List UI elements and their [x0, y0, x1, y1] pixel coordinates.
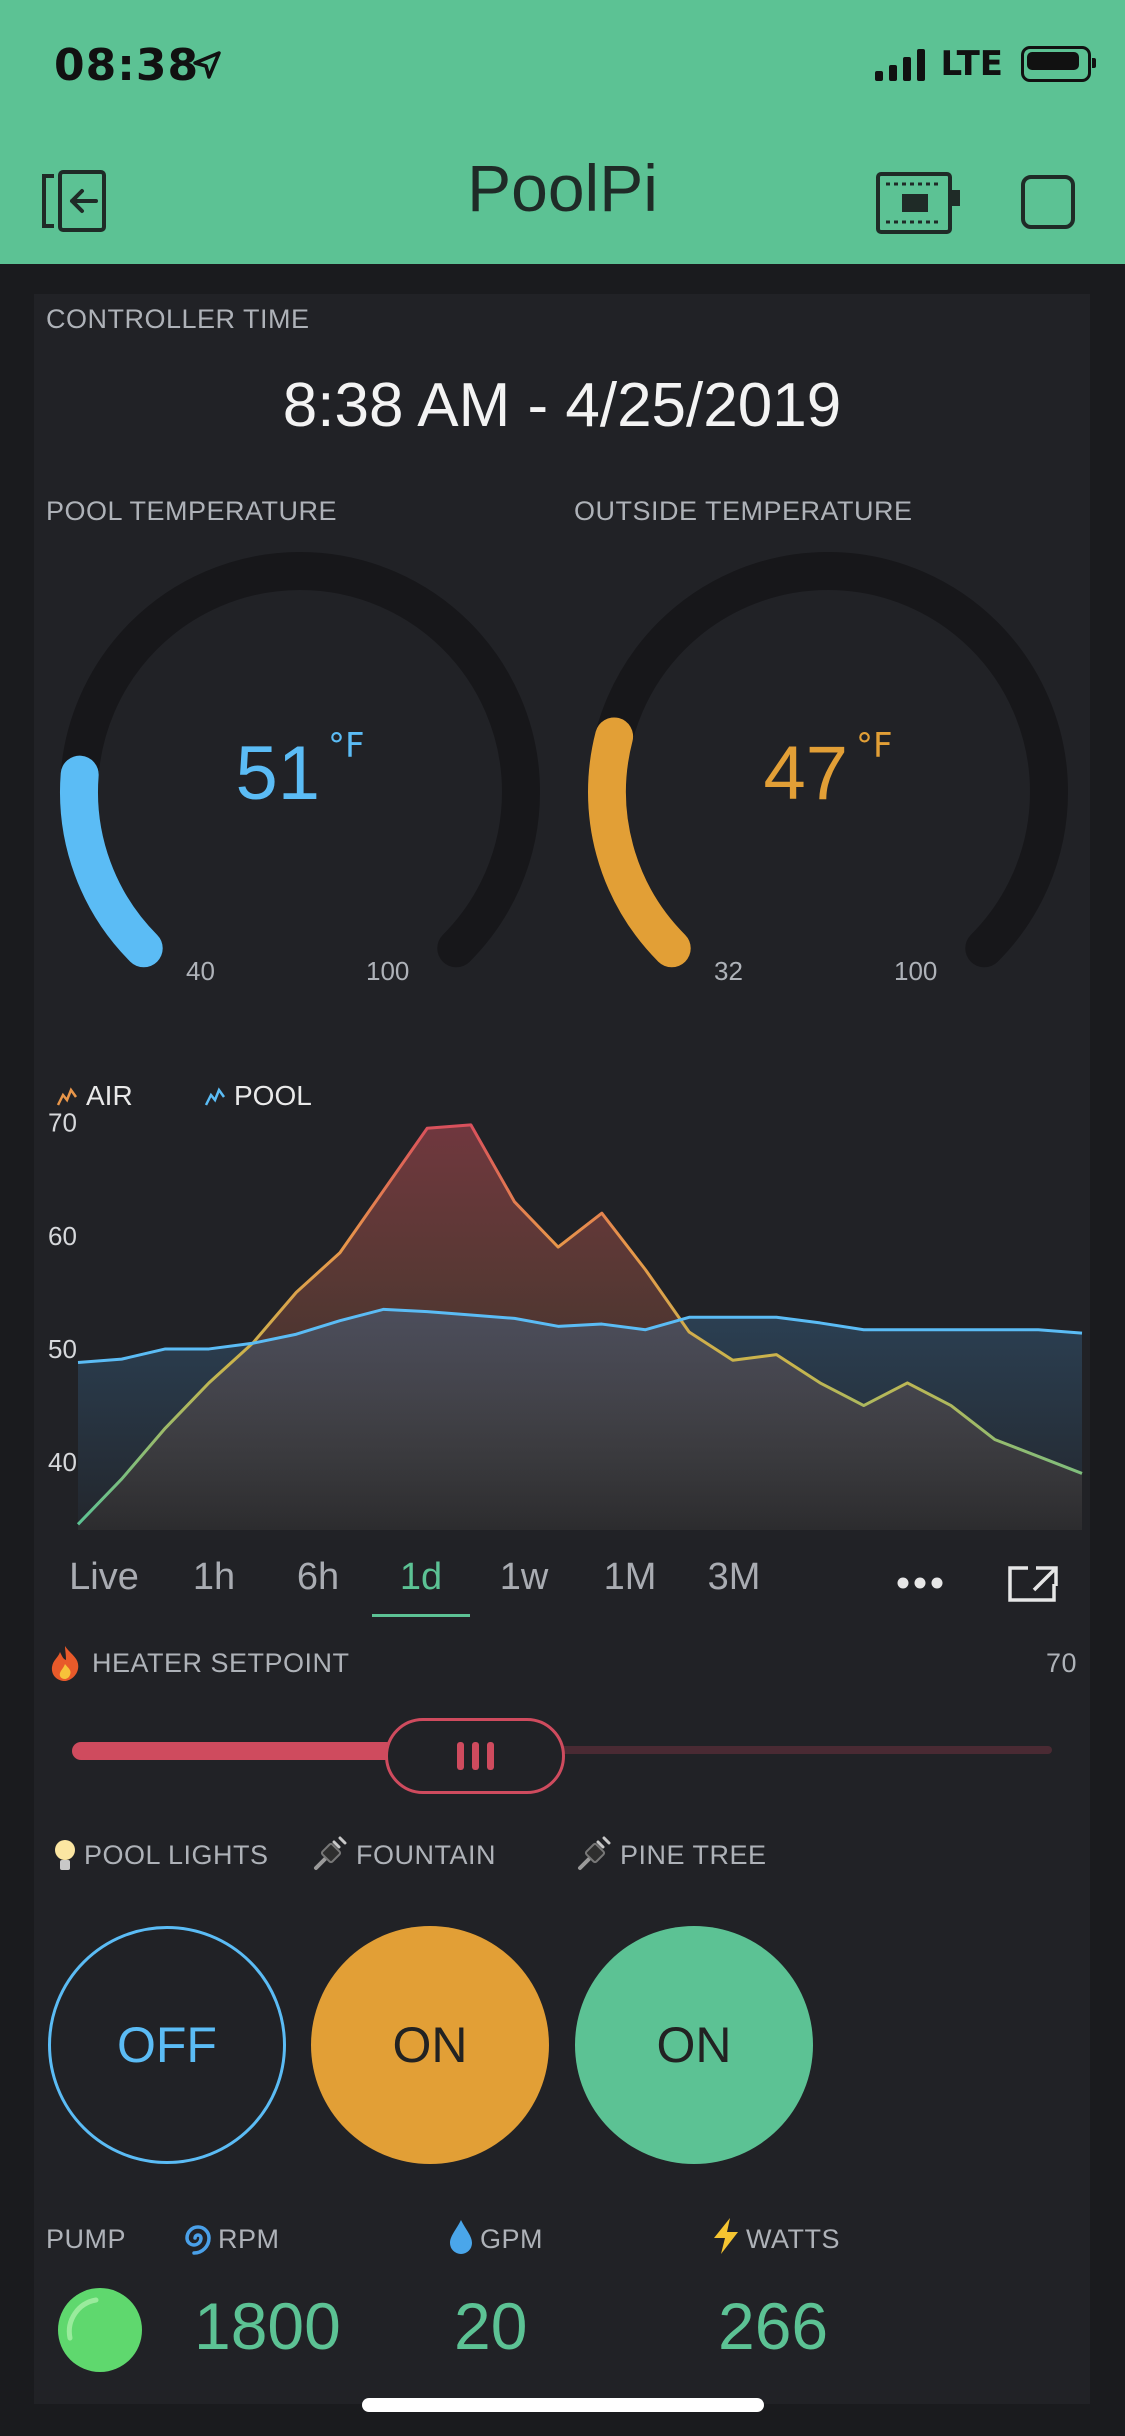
series-area-pool: [78, 1309, 1082, 1530]
pool-temp-label: POOL TEMPERATURE: [46, 496, 338, 526]
pool-gauge-min: 40: [186, 956, 215, 986]
fountain-button[interactable]: ON: [311, 1926, 549, 2164]
range-tab-3m[interactable]: 3M: [682, 1556, 786, 1599]
watts-value: 266: [718, 2289, 829, 2363]
lightbulb-icon: [55, 1840, 75, 1870]
temperature-history-chart[interactable]: 70 60 50 40: [0, 1100, 1125, 1560]
plug-icon: [578, 1836, 611, 1870]
range-tab-6h[interactable]: 6h: [266, 1556, 370, 1599]
range-tab-1d[interactable]: 1d: [372, 1556, 470, 1617]
grip-icon: [456, 1742, 464, 1770]
range-tab-1m[interactable]: 1M: [578, 1556, 682, 1599]
pool-temp-value: 51: [235, 731, 320, 816]
range-tab-1h[interactable]: 1h: [162, 1556, 266, 1599]
status-time: 08:38: [54, 40, 200, 91]
heater-setpoint-label: HEATER SETPOINT: [92, 1648, 350, 1678]
pump-status-led: [58, 2288, 142, 2372]
rpm-value: 1800: [194, 2289, 341, 2363]
time-range-tabs: Live 1h 6h 1d 1w 1M 3M: [54, 1556, 786, 1617]
heater-setpoint-value: 70: [1045, 1648, 1077, 1678]
outside-temp-label: OUTSIDE TEMPERATURE: [574, 496, 913, 526]
location-arrow-icon: [193, 51, 221, 79]
network-type: LTE: [940, 44, 1003, 84]
plug-icon: [314, 1836, 347, 1870]
watts-label: WATTS: [746, 2224, 840, 2254]
signal-icon: [874, 47, 925, 81]
y-tick-60: 60: [48, 1221, 77, 1251]
lightning-icon: [714, 2218, 738, 2254]
more-icon[interactable]: [896, 1576, 944, 1590]
controller-time-label: CONTROLLER TIME: [46, 304, 310, 334]
fountain-label: FOUNTAIN: [356, 1840, 496, 1870]
y-tick-40: 40: [48, 1447, 77, 1477]
controller-time-value: 8:38 AM - 4/25/2019: [282, 371, 842, 440]
home-indicator[interactable]: [362, 2398, 764, 2412]
y-tick-50: 50: [48, 1334, 77, 1364]
outside-gauge-max: 100: [894, 956, 938, 986]
outside-temp-unit: °F: [855, 726, 893, 766]
range-tab-1w[interactable]: 1w: [470, 1556, 578, 1599]
heater-slider-fill: [72, 1742, 396, 1760]
grip-icon: [471, 1742, 479, 1770]
gpm-label: GPM: [480, 2224, 544, 2254]
device-icon[interactable]: [876, 172, 962, 234]
pump-label: PUMP: [46, 2224, 127, 2254]
fullscreen-icon[interactable]: [1006, 1564, 1060, 1604]
gpm-value: 20: [454, 2289, 528, 2363]
stop-square-icon[interactable]: [1020, 174, 1076, 230]
pine-tree-label: PINE TREE: [620, 1840, 767, 1870]
droplet-icon: [450, 2220, 472, 2254]
pool-lights-label: POOL LIGHTS: [84, 1840, 269, 1870]
pool-lights-button[interactable]: OFF: [48, 1926, 286, 2164]
outside-gauge-min: 32: [714, 956, 743, 986]
heater-slider-thumb[interactable]: [385, 1718, 566, 1794]
fire-icon: [51, 1646, 79, 1681]
grip-icon: [486, 1742, 494, 1770]
status-indicators: LTE: [874, 44, 1096, 84]
cyclone-icon: [185, 2225, 211, 2255]
pool-gauge-max: 100: [366, 956, 410, 986]
battery-icon: [1021, 46, 1096, 82]
pine-tree-button[interactable]: ON: [575, 1926, 813, 2164]
rpm-label: RPM: [218, 2224, 280, 2254]
pool-temp-unit: °F: [327, 726, 365, 766]
y-tick-70: 70: [48, 1108, 77, 1138]
range-tab-live[interactable]: Live: [54, 1556, 154, 1599]
outside-temp-value: 47: [763, 731, 848, 816]
